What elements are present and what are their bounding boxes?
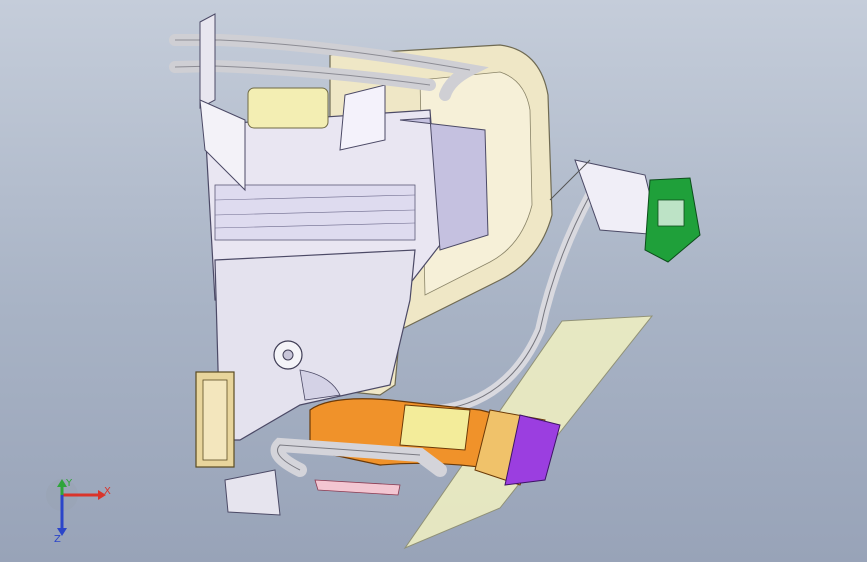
x-axis-label: X — [104, 486, 111, 497]
3d-viewport[interactable]: X Y Z — [0, 0, 867, 562]
yellow-outlet — [399, 404, 471, 451]
orientation-triad[interactable]: X Y Z — [40, 478, 120, 548]
heater-pipe-loop — [270, 437, 447, 477]
pink-seal — [314, 479, 401, 496]
y-axis-label: Y — [65, 478, 73, 489]
top-bracket — [339, 84, 386, 151]
bottom-bracket — [224, 469, 281, 516]
motor-cylinder — [247, 87, 329, 129]
pipe-flange — [199, 13, 216, 109]
hvac-assembly-model[interactable] — [0, 0, 867, 562]
z-axis-label: Z — [54, 534, 61, 545]
